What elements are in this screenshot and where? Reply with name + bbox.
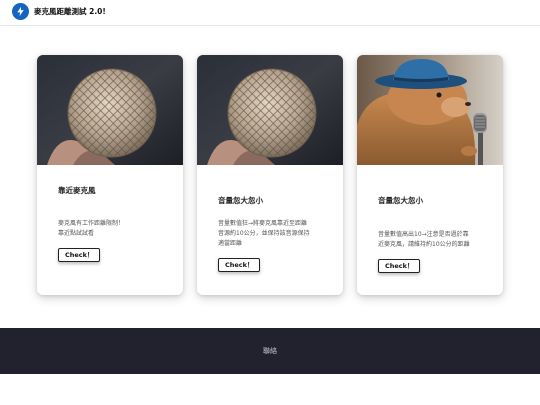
card-title: 音量忽大忽小 bbox=[378, 196, 423, 205]
main-content: 靠近麥克風 麥克風有工作距離限制！ 靠近點試試看 Check！ 音量忽大忽小 音… bbox=[0, 26, 540, 328]
card-text: 麥克風有工作距離限制！ 靠近點試試看 bbox=[58, 219, 170, 239]
card-text-line: 近麥克風，請維持約10公分的距離 bbox=[378, 241, 470, 248]
app-title: 麥克風距離測試 2.0! bbox=[34, 7, 106, 16]
microphone-image bbox=[37, 55, 183, 165]
check-button[interactable]: Check！ bbox=[378, 259, 421, 273]
card-volume-fluctuation: 音量忽大忽小 音量數值狂→將麥克風靠近至距離 音源約10公分，並保持該音源保持 … bbox=[197, 55, 343, 295]
card-text-line: 音量數值高出10→注意是否過於靠 bbox=[378, 231, 469, 238]
card-text: 音量數值高出10→注意是否過於靠 近麥克風，請維持約10公分的距離 bbox=[378, 230, 490, 250]
card-text-line: 音源約10公分，並保持該音源保持 bbox=[218, 230, 310, 237]
top-navbar: 麥克風距離測試 2.0! bbox=[0, 0, 540, 26]
card-move-closer: 靠近麥克風 麥克風有工作距離限制！ 靠近點試試看 Check！ bbox=[37, 55, 183, 295]
footer: 聯絡 bbox=[0, 328, 540, 374]
card-title: 靠近麥克風 bbox=[58, 186, 96, 195]
lightning-bolt-icon[interactable] bbox=[12, 3, 29, 20]
card-text-line: 靠近點試試看 bbox=[58, 230, 95, 237]
card-text-line: 麥克風有工作距離限制！ bbox=[58, 220, 125, 227]
card-volume-too-loud: 音量忽大忽小 音量數值高出10→注意是否過於靠 近麥克風，請維持約10公分的距離… bbox=[357, 55, 503, 295]
card-text-line: 音量數值狂→將麥克風靠近至距離 bbox=[218, 220, 308, 227]
card-text-line: 適當距離 bbox=[218, 240, 243, 247]
check-button[interactable]: Check！ bbox=[218, 258, 261, 272]
check-button[interactable]: Check！ bbox=[58, 248, 101, 262]
prairie-dog-image bbox=[357, 55, 503, 165]
contact-link[interactable]: 聯絡 bbox=[0, 346, 540, 356]
microphone-image bbox=[197, 55, 343, 165]
card-text: 音量數值狂→將麥克風靠近至距離 音源約10公分，並保持該音源保持 適當距離 bbox=[218, 219, 330, 249]
card-title: 音量忽大忽小 bbox=[218, 196, 263, 205]
